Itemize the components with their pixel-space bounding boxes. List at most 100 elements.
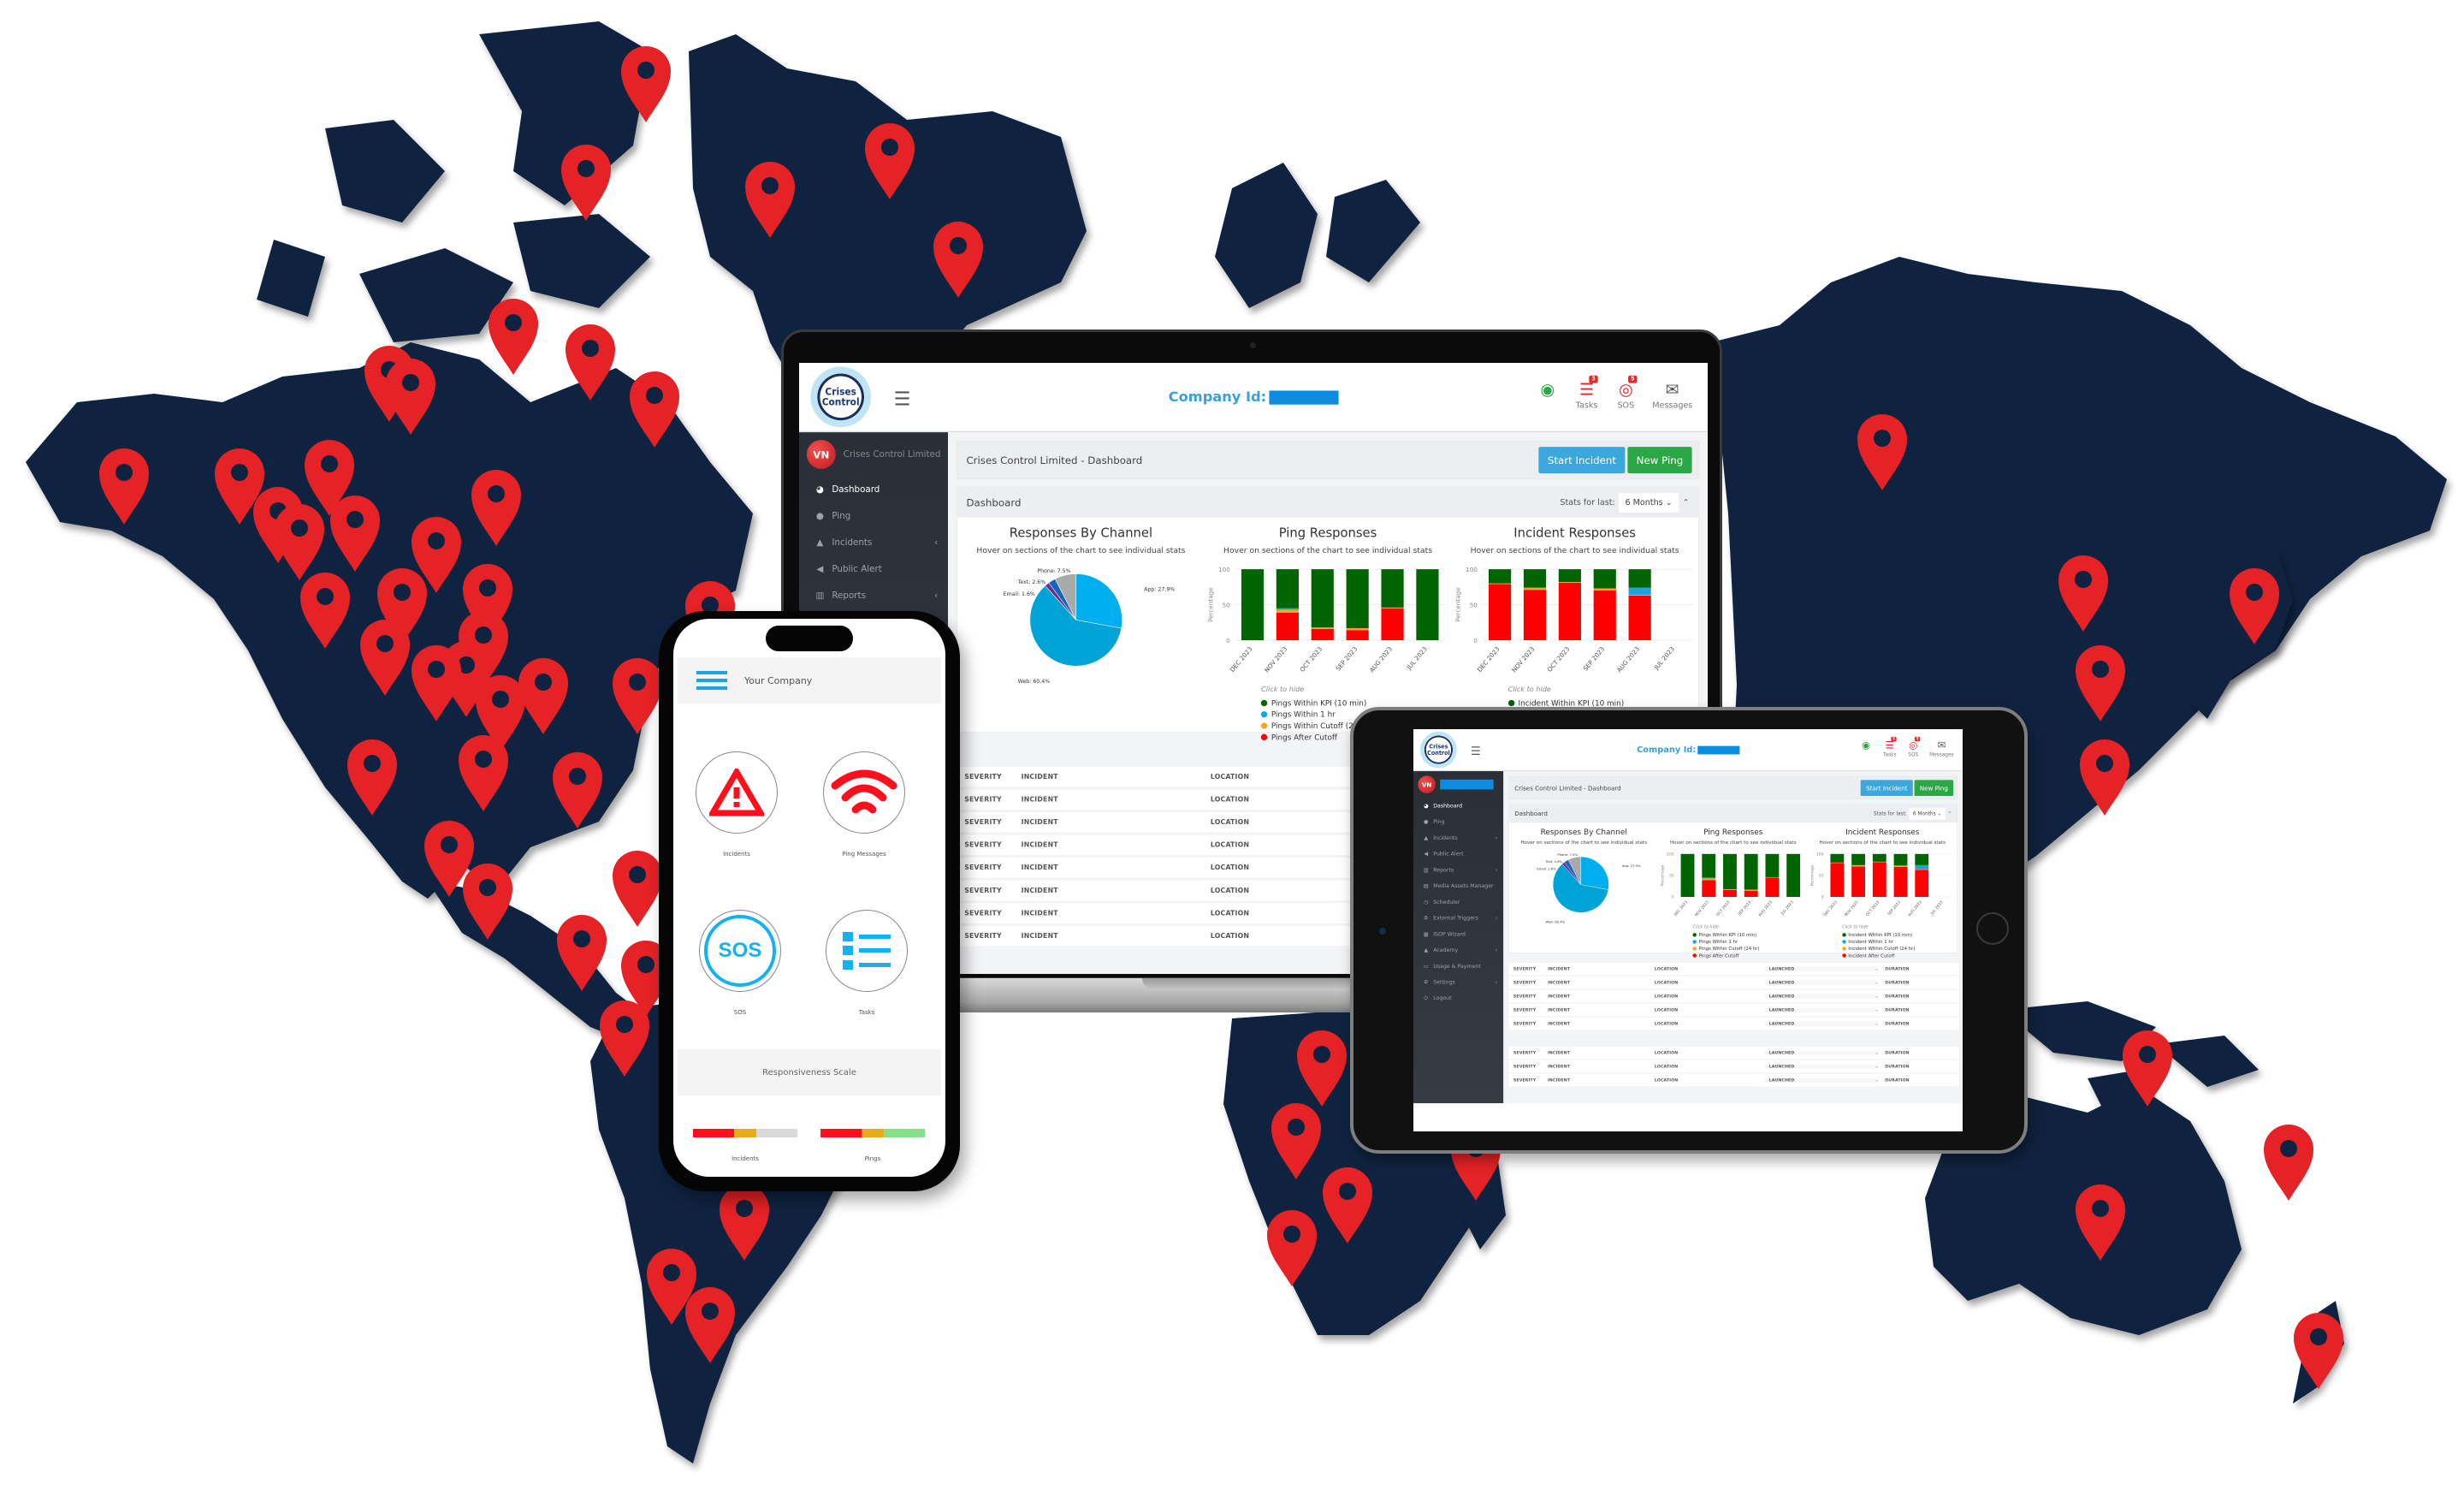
- bar-segment[interactable]: [1702, 878, 1716, 881]
- bar-segment[interactable]: [1488, 569, 1511, 584]
- collapse-chevron-up-icon[interactable]: ⌃: [1683, 497, 1690, 507]
- bar-segment[interactable]: [1381, 569, 1404, 608]
- bar-segment[interactable]: [1416, 569, 1439, 641]
- table-row[interactable]: SEVERITY INCIDENT LOCATION LAUNCHED ⌄ DURATIO…: [1508, 1018, 1959, 1032]
- table-row[interactable]: SEVERITY INCIDENT LOCATION LAUNCHED ⌄ DURATIO…: [1508, 962, 1959, 977]
- legend-item[interactable]: Pings Within KPI (10 min): [1261, 698, 1371, 709]
- sidebar-item-incidents[interactable]: ▲ Incidents ‹: [1413, 830, 1503, 846]
- sos-button[interactable]: ◎ 5 SOS: [1614, 375, 1639, 410]
- table-row[interactable]: SEVERITY INCIDENT LOCATION LAUNCHED ⌄ DURATIO…: [1508, 977, 1959, 991]
- table-row[interactable]: SEVERITY INCIDENT LOCATION LAUNCHED ⌄ DURATIO…: [1508, 1047, 1959, 1061]
- legend-item[interactable]: Pings Within Cutoff (24 hr): [1692, 945, 1760, 952]
- tasks-circle[interactable]: [826, 910, 908, 992]
- bar-segment[interactable]: [1488, 583, 1511, 585]
- user-profile-button[interactable]: ◉: [1858, 739, 1874, 752]
- bar-segment[interactable]: [1346, 630, 1369, 641]
- sidebar-user[interactable]: VN: [1413, 771, 1503, 798]
- bar-segment[interactable]: [1276, 569, 1300, 608]
- table-row[interactable]: SEVERITY INCIDENT LOCATION LAUNCHED ⌄ DURATIO…: [1508, 1074, 1959, 1089]
- bar-segment[interactable]: [1723, 853, 1738, 889]
- bar-segment[interactable]: [1558, 582, 1581, 583]
- bar-segment[interactable]: [1765, 876, 1780, 878]
- bar-segment[interactable]: [1786, 853, 1801, 897]
- legend-item[interactable]: Pings Within KPI (10 min): [1692, 931, 1760, 938]
- sidebar-item-ping[interactable]: ● Ping: [1413, 814, 1503, 830]
- legend-item[interactable]: Incident After Cutoff: [1842, 952, 1915, 959]
- tasks-button[interactable]: ☰ 3 Tasks: [1574, 375, 1600, 410]
- table-row[interactable]: SEVERITY INCIDENT LOCATION LAUNCHED ⌄ DURATIO…: [1508, 990, 1959, 1005]
- bar-segment[interactable]: [1276, 612, 1300, 641]
- sidebar-item-isop-wizard[interactable]: ▦ ISOP Wizard: [1413, 926, 1503, 942]
- bar-segment[interactable]: [1744, 889, 1758, 891]
- period-select[interactable]: 6 Months ⌄: [1619, 492, 1679, 513]
- sidebar-user[interactable]: VN Crises Control Limited: [799, 432, 948, 477]
- sidebar-item-external-triggers[interactable]: ⚙ External Triggers ‹: [1413, 910, 1503, 926]
- tile-incidents[interactable]: Incidents: [696, 751, 778, 858]
- bar-segment[interactable]: [1830, 862, 1845, 864]
- start-incident-button[interactable]: Start Incident: [1538, 447, 1626, 474]
- sos-button[interactable]: ◎ 5 SOS: [1905, 736, 1921, 757]
- bar-segment[interactable]: [1723, 889, 1738, 897]
- bar-segment[interactable]: [1558, 582, 1581, 641]
- bar-segment[interactable]: [1311, 627, 1335, 629]
- new-ping-button[interactable]: New Ping: [1914, 780, 1954, 797]
- bar-segment[interactable]: [1851, 866, 1865, 897]
- bar-segment[interactable]: [1523, 587, 1546, 591]
- bar-segment[interactable]: [1488, 584, 1511, 641]
- table-row[interactable]: SEVERITY INCIDENT LOCATION LAUNCHED ⌄ DURATIO…: [1508, 1004, 1959, 1018]
- sidebar-item-settings[interactable]: ⚙ Settings ‹: [1413, 974, 1503, 990]
- bar-segment[interactable]: [1851, 864, 1865, 867]
- bar-segment[interactable]: [1830, 863, 1845, 897]
- bar-segment[interactable]: [1765, 877, 1780, 897]
- stacked-bar-chart[interactable]: Percentage050100DEC 2023 NOV 2023 OCT 2023…: [1451, 561, 1698, 688]
- bar-segment[interactable]: [1765, 853, 1780, 877]
- table-row[interactable]: SEVERITY INCIDENT LOCATION LAUNCHED ⌄ DURATIO…: [1508, 1060, 1959, 1075]
- sidebar-item-usage-payment[interactable]: ▭ Usage & Payment: [1413, 959, 1503, 975]
- new-ping-button[interactable]: New Ping: [1627, 447, 1692, 474]
- bar-segment[interactable]: [1702, 880, 1716, 897]
- bar-segment[interactable]: [1744, 853, 1758, 890]
- tile-sos[interactable]: SOS SOS: [699, 910, 781, 1016]
- start-incident-button[interactable]: Start Incident: [1860, 780, 1913, 797]
- bar-segment[interactable]: [1523, 590, 1546, 641]
- bar-segment[interactable]: [1346, 627, 1369, 631]
- ping-circle[interactable]: [823, 751, 905, 834]
- sidebar-item-academy[interactable]: ▲ Academy ‹: [1413, 942, 1503, 959]
- tablet-home-button[interactable]: [1976, 912, 2009, 945]
- bar-segment[interactable]: [1893, 853, 1908, 866]
- bar-segment[interactable]: [1915, 870, 1929, 897]
- sidebar-item-public-alert[interactable]: ◀ Public Alert: [799, 556, 948, 583]
- bar-segment[interactable]: [1628, 595, 1651, 641]
- hamburger-menu-icon[interactable]: [696, 671, 727, 690]
- messages-button[interactable]: ✉ Messages: [1652, 379, 1692, 411]
- bar-segment[interactable]: [1593, 569, 1616, 589]
- bar-segment[interactable]: [1872, 861, 1886, 863]
- bar-segment[interactable]: [1628, 594, 1651, 596]
- sidebar-item-scheduler[interactable]: ◷ Scheduler: [1413, 894, 1503, 911]
- bar-segment[interactable]: [1893, 865, 1908, 867]
- legend-item[interactable]: Incident Within KPI (10 min): [1842, 931, 1915, 938]
- tile-ping-messages[interactable]: Ping Messages: [823, 751, 905, 858]
- legend-item[interactable]: Incident Within 1 hr: [1842, 938, 1915, 945]
- sidebar-item-reports[interactable]: ▥ Reports ‹: [799, 583, 948, 609]
- stacked-bar-chart[interactable]: Percentage050100DEC 2023 NOV 2023 OCT 2023…: [1808, 849, 1958, 925]
- bar-segment[interactable]: [1680, 853, 1695, 897]
- sidebar-item-dashboard[interactable]: ◕ Dashboard: [1413, 798, 1503, 814]
- bar-segment[interactable]: [1830, 853, 1845, 863]
- bar-segment[interactable]: [1381, 608, 1404, 641]
- collapse-chevron-up-icon[interactable]: ⌃: [1947, 810, 1952, 816]
- bar-segment[interactable]: [1628, 587, 1651, 595]
- sos-circle[interactable]: SOS: [699, 910, 781, 992]
- sidebar-item-public-alert[interactable]: ◀ Public Alert: [1413, 846, 1503, 862]
- bar-segment[interactable]: [1558, 569, 1581, 583]
- stacked-bar-chart[interactable]: Percentage050100DEC 2023 NOV 2023 OCT 2023…: [1205, 561, 1452, 688]
- sidebar-item-logout[interactable]: ⏻ Logout: [1413, 990, 1503, 1006]
- sidebar-item-reports[interactable]: ▥ Reports ‹: [1413, 862, 1503, 878]
- bar-segment[interactable]: [1744, 890, 1758, 897]
- bar-segment[interactable]: [1893, 866, 1908, 897]
- bar-segment[interactable]: [1311, 569, 1335, 628]
- bar-segment[interactable]: [1702, 853, 1716, 878]
- bar-segment[interactable]: [1915, 864, 1929, 870]
- tasks-button[interactable]: ☰ 3 Tasks: [1882, 736, 1898, 757]
- stacked-bar-chart[interactable]: Percentage050100DEC 2023 NOV 2023 OCT 2023…: [1658, 849, 1808, 925]
